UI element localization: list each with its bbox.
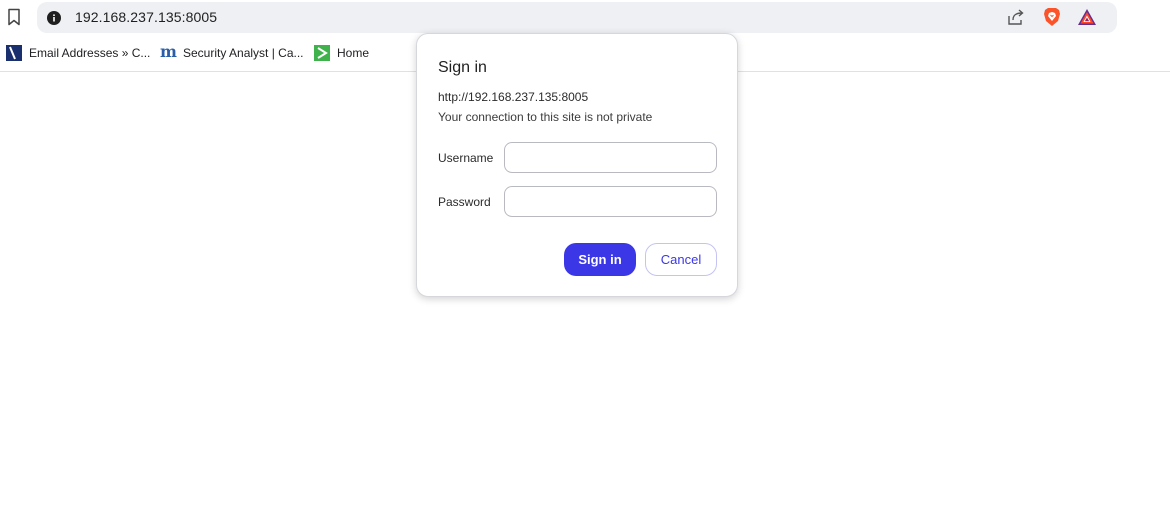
bookmark-label: Home: [337, 46, 370, 60]
sign-in-dialog: Sign in http://192.168.237.135:8005 Your…: [416, 33, 738, 297]
site-info-icon[interactable]: [47, 11, 61, 25]
address-bar[interactable]: 192.168.237.135:8005: [37, 2, 1117, 33]
dialog-origin: http://192.168.237.135:8005: [438, 90, 589, 104]
bookmark-icon[interactable]: [6, 8, 22, 26]
bookmark-email-addresses[interactable]: Email Addresses » C...: [6, 44, 150, 62]
sign-in-button[interactable]: Sign in: [564, 243, 636, 276]
url-text[interactable]: 192.168.237.135:8005: [75, 9, 217, 25]
dialog-title: Sign in: [438, 59, 487, 76]
password-input[interactable]: [504, 186, 717, 217]
username-label: Username: [438, 151, 494, 165]
username-input[interactable]: [504, 142, 717, 173]
cancel-button[interactable]: Cancel: [645, 243, 717, 276]
browser-toolbar: 192.168.237.135:8005: [0, 0, 1170, 36]
brave-rewards-icon[interactable]: [1077, 8, 1097, 26]
brave-shields-icon[interactable]: [1043, 7, 1061, 27]
v-logo-icon: [6, 45, 22, 61]
m-logo-icon: m: [160, 42, 177, 61]
bookmark-security-analyst[interactable]: m Security Analyst | Ca...: [160, 44, 304, 62]
bookmark-label: Security Analyst | Ca...: [183, 46, 304, 60]
bookmark-label: Email Addresses » C...: [29, 46, 151, 60]
connection-warning: Your connection to this site is not priv…: [438, 110, 653, 124]
bookmark-home[interactable]: Home: [314, 44, 369, 62]
password-label: Password: [438, 195, 491, 209]
home-chevron-icon: [314, 45, 330, 61]
share-icon[interactable]: [1007, 8, 1025, 26]
